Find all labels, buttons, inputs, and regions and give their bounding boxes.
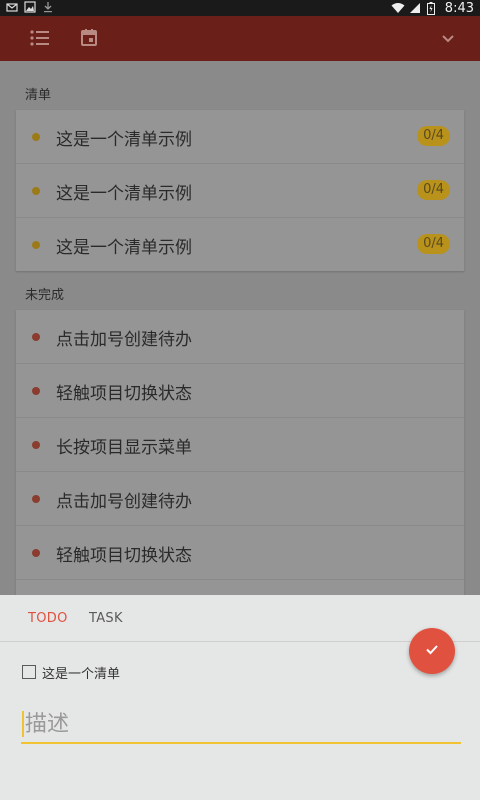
todo-dot [32,441,40,449]
list-item[interactable]: 这是一个清单示例 0/4 [16,218,464,271]
image-icon [24,1,36,13]
check-icon [423,640,441,662]
todo-dot [32,549,40,557]
checkbox-label: 这是一个清单 [42,666,121,682]
todo-dot [32,333,40,341]
tab-todo[interactable]: TODO [28,611,68,626]
list-item-title: 这是一个清单示例 [56,184,192,204]
download-icon [42,1,54,13]
list-item[interactable]: 这是一个清单示例 0/4 [16,110,464,164]
section-title-lists: 清单 [25,88,52,103]
progress-badge: 0/4 [417,180,450,200]
todo-item-title: 点击加号创建待办 [56,492,192,512]
confirm-button[interactable] [409,628,455,674]
todo-dot [32,495,40,503]
app-screen: 8:43 清单 这是一个清单示例 0/4 这是一个清单示例 0/4 这是一个清单… [0,0,480,800]
calendar-icon[interactable] [77,26,101,50]
app-bar [0,16,480,61]
list-item[interactable]: 这是一个清单示例 0/4 [16,164,464,218]
todo-item-title: 轻触项目切换状态 [56,546,192,566]
description-input[interactable] [21,706,461,742]
tab-task[interactable]: TASK [89,611,123,626]
clock-time: 8:43 [444,0,474,16]
section-title-incomplete: 未完成 [25,288,65,303]
create-sheet: TODO TASK 这是一个清单 [0,595,480,800]
list-item-title: 这是一个清单示例 [56,238,192,258]
wifi-icon [391,2,405,14]
todo-item[interactable]: 长按项目显示菜单 [16,418,464,472]
checkbox[interactable] [22,665,36,679]
description-field [21,706,461,744]
list-dot [32,187,40,195]
status-bar: 8:43 [0,0,480,16]
notification-icon [6,1,18,13]
chevron-down-icon[interactable] [436,26,460,50]
signal-icon [409,2,421,14]
battery-icon [426,2,439,15]
incomplete-card: 点击加号创建待办 轻触项目切换状态 长按项目显示菜单 点击加号创建待办 轻触项目… [16,310,464,600]
progress-badge: 0/4 [417,126,450,146]
sheet-tabs: TODO TASK [0,595,480,642]
input-underline [21,742,461,744]
checklist-toggle[interactable]: 这是一个清单 [22,663,121,682]
todo-item[interactable]: 点击加号创建待办 [16,472,464,526]
todo-item[interactable]: 轻触项目切换状态 [16,364,464,418]
todo-item-title: 轻触项目切换状态 [56,384,192,404]
list-dot [32,133,40,141]
todo-dot [32,387,40,395]
todo-item-title: 长按项目显示菜单 [56,438,192,458]
main-content: 清单 这是一个清单示例 0/4 这是一个清单示例 0/4 这是一个清单示例 0/… [0,61,480,600]
todo-item[interactable]: 点击加号创建待办 [16,310,464,364]
list-icon[interactable] [28,26,52,50]
list-item-title: 这是一个清单示例 [56,130,192,150]
todo-item-title: 点击加号创建待办 [56,330,192,350]
progress-badge: 0/4 [417,234,450,254]
list-dot [32,241,40,249]
todo-item[interactable]: 轻触项目切换状态 [16,526,464,580]
lists-card: 这是一个清单示例 0/4 这是一个清单示例 0/4 这是一个清单示例 0/4 [16,110,464,271]
